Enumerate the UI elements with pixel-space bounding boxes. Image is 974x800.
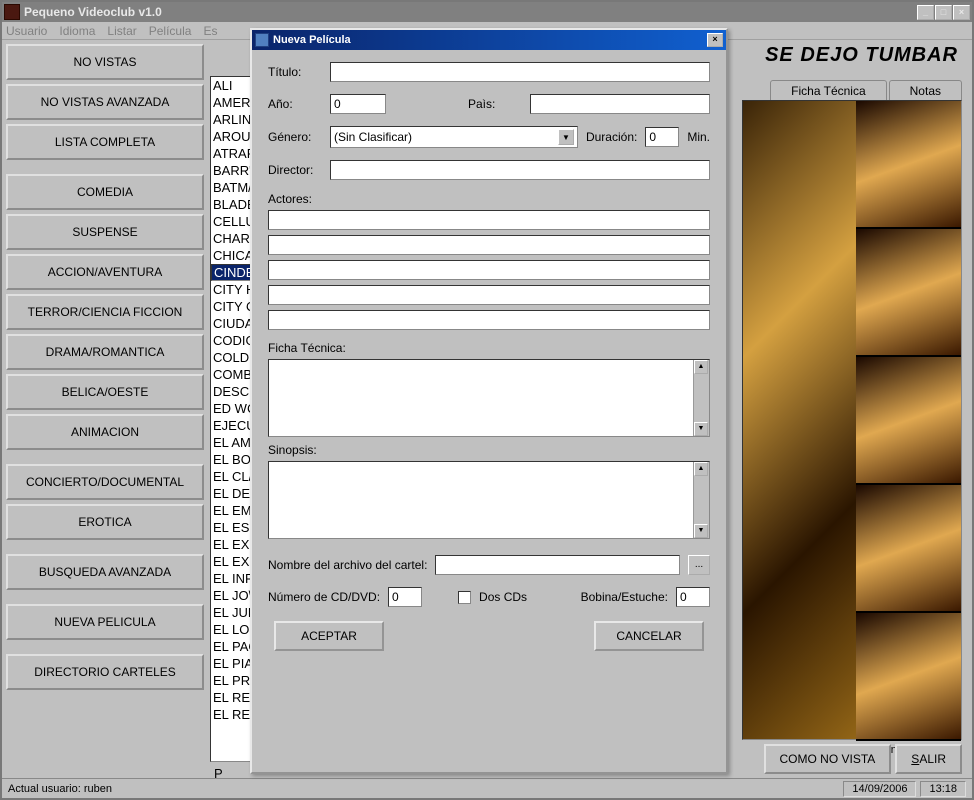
sinopsis-textarea[interactable]: ▲▼ [268,461,710,539]
app-title: Pequeno Videoclub v1.0 [24,5,917,19]
ano-input[interactable] [330,94,386,114]
doscds-label: Dos CDs [479,590,527,604]
pais-label: Paìs: [468,97,522,111]
chevron-down-icon: ▼ [558,129,574,145]
duracion-input[interactable] [645,127,679,147]
genero-label: Género: [268,130,322,144]
sidebar-nueva-pelicula[interactable]: NUEVA PELICULA [6,604,204,640]
new-movie-dialog: Nueva Película × Título: Año: Paìs: Géne… [250,28,728,774]
director-input[interactable] [330,160,710,180]
menu-idioma[interactable]: Idioma [59,24,95,38]
poster-thumb [856,357,961,485]
sidebar-accion-aventura[interactable]: ACCION/AVENTURA [6,254,204,290]
tab-ficha[interactable]: Ficha Técnica [770,80,886,101]
sidebar-directorio-carteles[interactable]: DIRECTORIO CARTELES [6,654,204,690]
actor-input-2[interactable] [268,235,710,255]
dialog-title: Nueva Película [273,34,707,46]
genero-select[interactable]: (Sin Clasificar) ▼ [330,126,578,148]
maximize-button[interactable]: □ [935,5,952,20]
menu-usuario[interactable]: Usuario [6,24,47,38]
pais-input[interactable] [530,94,710,114]
doscds-checkbox[interactable] [458,591,471,604]
poster-thumb [856,101,961,229]
cancelar-button[interactable]: CANCELAR [594,621,704,651]
sidebar-lista-completa[interactable]: LISTA COMPLETA [6,124,204,160]
tabs: Ficha Técnica Notas [770,80,962,101]
scroll-down-icon[interactable]: ▼ [694,524,708,538]
titulo-input[interactable] [330,62,710,82]
scrollbar[interactable]: ▲▼ [693,462,709,538]
cartel-input[interactable] [435,555,680,575]
poster-thumb [856,485,961,613]
ficha-textarea[interactable]: ▲▼ [268,359,710,437]
min-label: Min. [687,130,710,144]
app-icon [4,4,20,20]
menu-pelicula[interactable]: Película [149,24,192,38]
status-date: 14/09/2006 [843,781,916,797]
titlebar: Pequeno Videoclub v1.0 _ □ × [2,2,972,22]
dialog-titlebar: Nueva Película × [252,30,726,50]
menu-listar[interactable]: Listar [107,24,136,38]
sidebar-concierto-documental[interactable]: CONCIERTO/DOCUMENTAL [6,464,204,500]
sidebar-erotica[interactable]: EROTICA [6,504,204,540]
sidebar-animacion[interactable]: ANIMACION [6,414,204,450]
cartel-label: Nombre del archivo del cartel: [268,558,427,572]
browse-button[interactable]: ... [688,555,710,575]
close-button[interactable]: × [953,5,970,20]
titulo-label: Título: [268,65,322,79]
dialog-icon [255,33,269,47]
poster-thumb [856,229,961,357]
aceptar-button[interactable]: ACEPTAR [274,621,384,651]
ano-label: Año: [268,97,322,111]
sidebar-drama-romantica[interactable]: DRAMA/ROMANTICA [6,334,204,370]
duracion-label: Duración: [586,130,637,144]
sidebar-belica-oeste[interactable]: BELICA/OESTE [6,374,204,410]
actor-input-1[interactable] [268,210,710,230]
sinopsis-label: Sinopsis: [268,443,710,457]
sidebar-no-vistas[interactable]: NO VISTAS [6,44,204,80]
director-label: Director: [268,163,322,177]
dialog-close-button[interactable]: × [707,33,723,47]
salir-button[interactable]: SALIR [895,744,962,774]
actor-input-3[interactable] [268,260,710,280]
sidebar-no-vistas-avanzada[interactable]: NO VISTAS AVANZADA [6,84,204,120]
numcd-label: Número de CD/DVD: [268,590,380,604]
scroll-up-icon[interactable]: ▲ [694,360,708,374]
actores-label: Actores: [268,192,710,206]
sidebar-terror-ciencia-ficcion[interactable]: TERROR/CIENCIA FICCION [6,294,204,330]
poster-thumb [856,613,961,741]
sidebar-suspense[interactable]: SUSPENSE [6,214,204,250]
bobina-input[interactable] [676,587,710,607]
menu-es[interactable]: Es [203,24,217,38]
sidebar-comedia[interactable]: COMEDIA [6,174,204,210]
scrollbar[interactable]: ▲▼ [693,360,709,436]
status-user: Actual usuario: ruben [8,783,112,795]
bobina-label: Bobina/Estuche: [581,590,668,604]
sidebar: NO VISTAS NO VISTAS AVANZADA LISTA COMPLET… [6,44,206,694]
poster-panel [742,100,962,740]
scroll-up-icon[interactable]: ▲ [694,462,708,476]
scroll-down-icon[interactable]: ▼ [694,422,708,436]
ficha-label: Ficha Técnica: [268,341,710,355]
status-time: 13:18 [920,781,966,797]
sidebar-busqueda-avanzada[interactable]: BUSQUEDA AVANZADA [6,554,204,590]
numcd-input[interactable] [388,587,422,607]
actor-input-5[interactable] [268,310,710,330]
como-no-vista-button[interactable]: COMO NO VISTA [764,744,892,774]
tab-notas[interactable]: Notas [889,80,962,101]
minimize-button[interactable]: _ [917,5,934,20]
statusbar: Actual usuario: ruben 14/09/2006 13:18 [2,778,972,798]
actor-input-4[interactable] [268,285,710,305]
